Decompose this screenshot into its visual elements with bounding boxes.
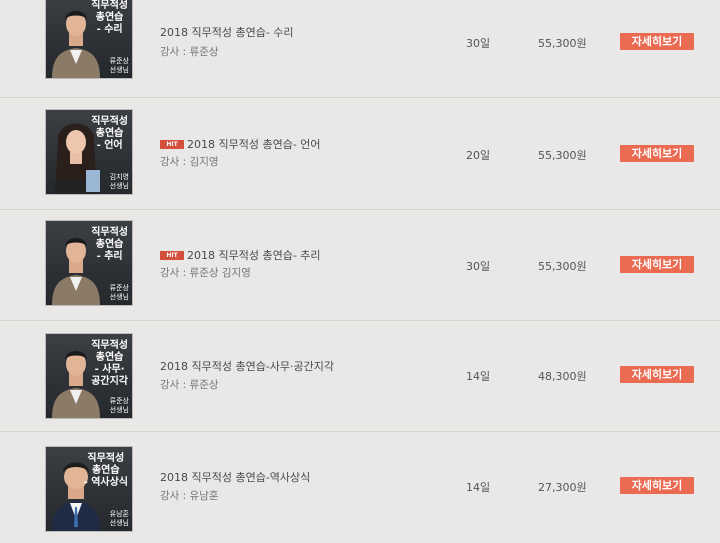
course-price: 55,300원 [538,260,587,273]
course-row: 직무적성 총연습 - 역사상식 유남훈 선생님 2018 직무적성 총연습-역사… [0,431,720,543]
thumbnail-teacher-tag: 류준상 선생님 [109,397,129,414]
detail-button[interactable]: 자세히보기 [620,33,694,50]
course-list: 직무적성 총연습 - 수리 류준상 선생님 2018 직무적성 총연습- 수리 … [0,0,720,540]
course-thumbnail[interactable]: 직무적성 총연습 - 역사상식 유남훈 선생님 [46,447,132,531]
course-duration: 14일 [466,370,491,383]
detail-button[interactable]: 자세히보기 [620,256,694,273]
course-row: 직무적성 총연습 - 추리 류준상 선생님 HIT 2018 직무적성 총연습- … [0,209,720,321]
thumbnail-teacher-tag: 류준상 선생님 [109,57,129,74]
course-thumbnail[interactable]: 직무적성 총연습 - 수리 류준상 선생님 [46,0,132,78]
thumbnail-title: 직무적성 총연습 - 사무· 공간지각 [91,340,128,387]
course-row: 직무적성 총연습 - 사무· 공간지각 류준상 선생님 2018 직무적성 총연… [0,320,720,432]
thumbnail-title: 직무적성 총연습 - 언어 [91,116,128,151]
course-row: 직무적성 총연습 - 언어 김지영 선생님 HIT 2018 직무적성 총연습- … [0,98,720,210]
course-row: 직무적성 총연습 - 수리 류준상 선생님 2018 직무적성 총연습- 수리 … [0,0,720,98]
course-title[interactable]: HIT 2018 직무적성 총연습- 언어 [160,136,321,152]
thumbnail-teacher-tag: 김지영 선생님 [109,173,129,190]
course-price: 48,300원 [538,370,587,383]
course-duration: 30일 [466,260,491,273]
course-price: 27,300원 [538,481,587,494]
course-price: 55,300원 [538,149,587,162]
thumbnail-title: 직무적성 총연습 - 추리 [91,227,128,262]
thumbnail-teacher-tag: 유남훈 선생님 [109,510,129,527]
course-price: 55,300원 [538,37,587,50]
hit-badge: HIT [160,250,184,260]
course-title[interactable]: 2018 직무적성 총연습-사무·공간지각 [160,358,334,374]
course-thumbnail[interactable]: 직무적성 총연습 - 사무· 공간지각 류준상 선생님 [46,334,132,418]
course-title-text[interactable]: 2018 직무적성 총연습- 언어 [187,138,321,151]
course-instructor: 강사 : 류준상 [160,46,219,58]
course-title-text[interactable]: 2018 직무적성 총연습-역사상식 [160,471,310,484]
course-instructor: 강사 : 류준상 [160,379,219,391]
course-instructor: 강사 : 류준상 김지영 [160,267,251,279]
course-instructor: 강사 : 김지영 [160,156,219,168]
course-title[interactable]: HIT 2018 직무적성 총연습- 추리 [160,247,321,263]
detail-button[interactable]: 자세히보기 [620,477,694,494]
course-title-text[interactable]: 2018 직무적성 총연습-사무·공간지각 [160,360,334,373]
course-duration: 14일 [466,481,491,494]
course-thumbnail[interactable]: 직무적성 총연습 - 언어 김지영 선생님 [46,110,132,194]
thumbnail-teacher-tag: 류준상 선생님 [109,284,129,301]
hit-badge: HIT [160,139,184,149]
course-duration: 20일 [466,149,491,162]
course-title[interactable]: 2018 직무적성 총연습-역사상식 [160,469,310,485]
detail-button[interactable]: 자세히보기 [620,145,694,162]
course-thumbnail[interactable]: 직무적성 총연습 - 추리 류준상 선생님 [46,221,132,305]
course-title-text[interactable]: 2018 직무적성 총연습- 수리 [160,26,294,39]
course-title[interactable]: 2018 직무적성 총연습- 수리 [160,24,294,40]
detail-button[interactable]: 자세히보기 [620,366,694,383]
course-title-text[interactable]: 2018 직무적성 총연습- 추리 [187,249,321,262]
thumbnail-title: 직무적성 총연습 - 수리 [91,0,128,35]
thumbnail-title: 직무적성 총연습 - 역사상식 [83,453,128,488]
course-instructor: 강사 : 유남훈 [160,490,219,502]
course-duration: 30일 [466,37,491,50]
